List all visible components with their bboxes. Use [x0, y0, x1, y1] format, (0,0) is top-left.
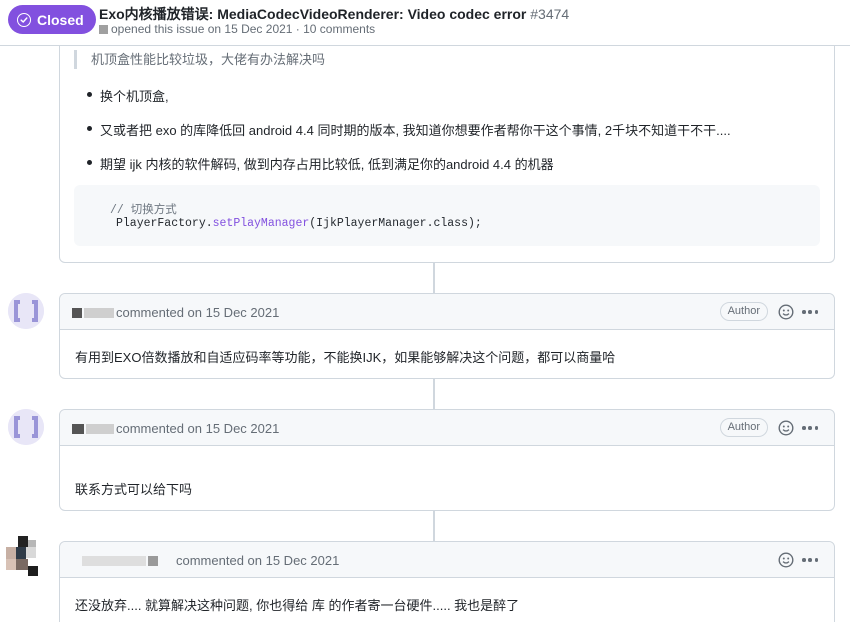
author-redacted[interactable]: [84, 307, 114, 318]
comment-body: 还没放弃.... 就算解决这种问题, 你也得给 库 的作者寄一台硬件..... …: [75, 598, 520, 613]
comment-meta[interactable]: commented on 15 Dec 2021: [116, 305, 279, 320]
list-item: 期望 ijk 内核的软件解码, 做到内存占用比较低, 低到满足你的android…: [87, 154, 554, 173]
author-badge: Author: [719, 302, 768, 321]
author-redacted[interactable]: [72, 307, 82, 318]
comment-header: commented on 15 Dec 2021 Author: [60, 410, 834, 446]
issue-state-label: Closed: [37, 11, 84, 28]
timeline-line: [433, 511, 435, 541]
code-args: (IjkPlayerManager.class);: [309, 217, 482, 230]
timeline-line: [433, 379, 435, 409]
issue-state-badge: Closed: [8, 5, 96, 34]
author-badge: Author: [719, 418, 768, 437]
code-object: PlayerFactory.: [116, 217, 213, 230]
author-redacted[interactable]: [86, 423, 114, 434]
identicon-icon: [8, 409, 44, 445]
smiley-icon[interactable]: [778, 304, 794, 320]
comment-meta[interactable]: commented on 15 Dec 2021: [176, 553, 339, 568]
check-circle-icon: [17, 12, 31, 27]
comment-author: commented on 15 Dec 2021: [72, 421, 279, 436]
code-line: PlayerFactory.setPlayManager(IjkPlayerMa…: [116, 217, 482, 230]
smiley-icon[interactable]: [778, 420, 794, 436]
comment-body: 联系方式可以给下吗: [75, 482, 193, 497]
list-item: 又或者把 exo 的库降低回 android 4.4 同时期的版本, 我知道你想…: [87, 120, 731, 139]
issue-title[interactable]: Exo内核播放错误: MediaCodecVideoRenderer: Vide…: [99, 4, 569, 24]
avatar[interactable]: [8, 409, 44, 445]
smiley-icon[interactable]: [778, 552, 794, 568]
comment-header: commented on 15 Dec 2021: [60, 542, 834, 578]
kebab-horizontal-icon[interactable]: [802, 558, 818, 562]
comment-author: commented on 15 Dec 2021: [72, 553, 339, 568]
code-method: setPlayManager: [212, 217, 310, 230]
issue-number: #3474: [530, 6, 570, 22]
avatar[interactable]: [6, 536, 42, 582]
comment-body: 有用到EXO倍数播放和自适应码率等功能，不能换IJK，如果能够解决这个问题，都可…: [75, 350, 616, 365]
kebab-horizontal-icon[interactable]: [802, 310, 818, 314]
identicon-icon: [8, 293, 44, 329]
comment-meta[interactable]: commented on 15 Dec 2021: [116, 421, 279, 436]
author-redacted[interactable]: [99, 24, 108, 34]
issue-meta-text: opened this issue on 15 Dec 2021 · 10 co…: [111, 22, 376, 36]
issue-meta: opened this issue on 15 Dec 2021 · 10 co…: [99, 22, 375, 36]
comment-body-continued: 机顶盒性能比较垃圾，大佬有办法解决吗 换个机顶盒, 又或者把 exo 的库降低回…: [59, 46, 835, 263]
avatar[interactable]: [8, 293, 44, 329]
author-redacted[interactable]: [82, 555, 146, 566]
comment: commented on 15 Dec 2021 还没放弃.... 就算解决这种…: [59, 541, 835, 622]
list-item: 换个机顶盒,: [87, 86, 169, 105]
author-redacted[interactable]: [72, 423, 84, 434]
code-comment: // 切换方式: [110, 204, 177, 217]
comment: commented on 15 Dec 2021 Author 有用到EXO倍数…: [59, 293, 835, 379]
issue-title-text[interactable]: Exo内核播放错误: MediaCodecVideoRenderer: Vide…: [99, 6, 526, 22]
comment: commented on 15 Dec 2021 Author 联系方式可以给下…: [59, 409, 835, 511]
code-block: // 切换方式 PlayerFactory.setPlayManager(Ijk…: [74, 185, 820, 246]
issue-sticky-header: Closed Exo内核播放错误: MediaCodecVideoRendere…: [0, 0, 850, 46]
author-redacted[interactable]: [148, 555, 158, 566]
kebab-horizontal-icon[interactable]: [802, 426, 818, 430]
timeline-line: [433, 263, 435, 293]
comment-author: commented on 15 Dec 2021: [72, 305, 279, 320]
comment-header: commented on 15 Dec 2021 Author: [60, 294, 834, 330]
blockquote: 机顶盒性能比较垃圾，大佬有办法解决吗: [74, 50, 325, 69]
